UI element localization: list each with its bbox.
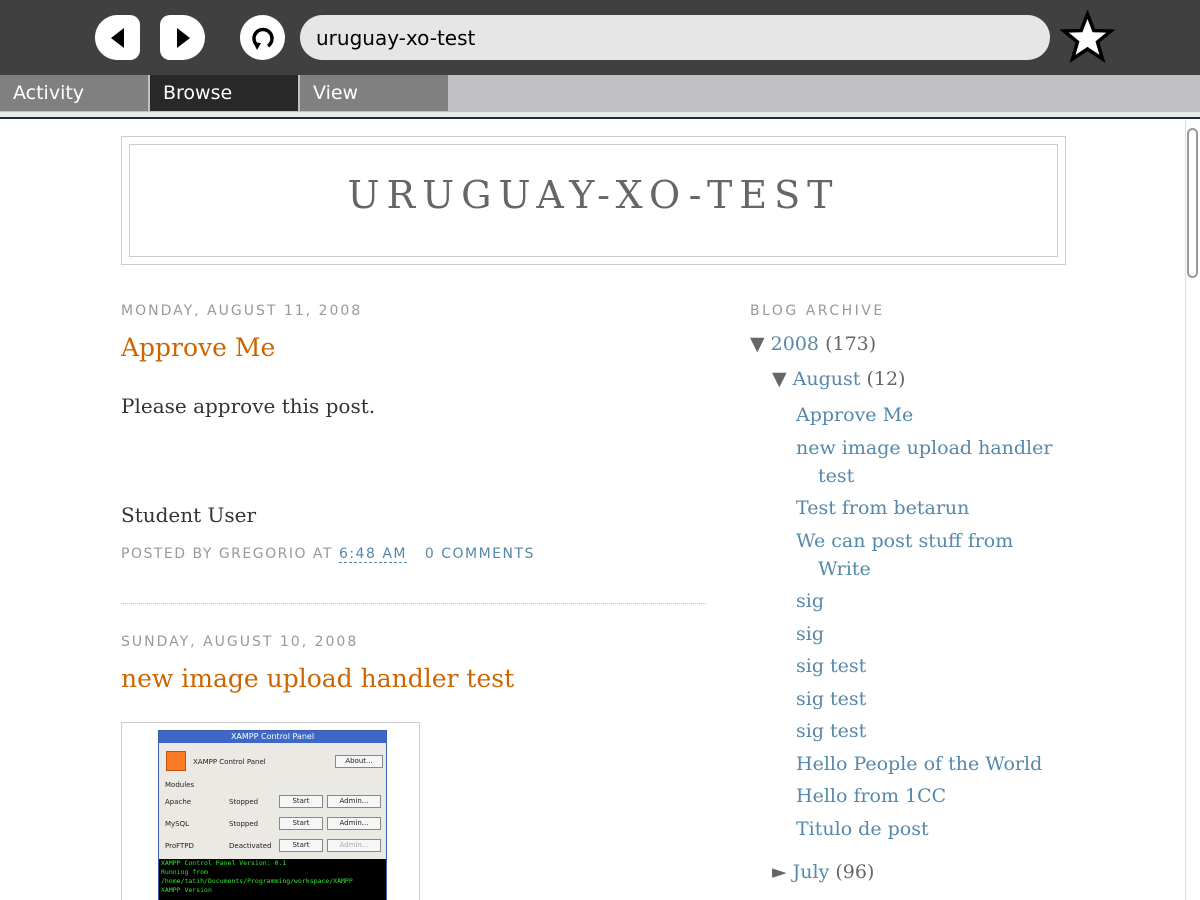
post-author-label: POSTED BY GREGORIO AT xyxy=(121,546,333,562)
archive-post-link[interactable]: Hello from 1CC xyxy=(796,782,1066,810)
xampp-admin-button: Admin... xyxy=(327,795,381,808)
xampp-admin-button: Admin... xyxy=(327,817,381,830)
xampp-module-status: Deactivated xyxy=(229,842,272,850)
post-body: Please approve this post. xyxy=(121,394,376,418)
archive-post-link[interactable]: sig xyxy=(796,620,1066,648)
xampp-window-title: XAMPP Control Panel xyxy=(159,731,386,743)
archive-post-link[interactable]: sig test xyxy=(796,652,1066,680)
archive-post-link[interactable]: sig xyxy=(796,587,1066,615)
url-input[interactable]: uruguay-xo-test xyxy=(300,15,1050,60)
archive-post-link[interactable]: We can post stuff from Write xyxy=(796,527,1066,583)
archive-post-link[interactable]: sig test xyxy=(796,717,1066,745)
xampp-console: XAMPP Control Panel Version: 0.1 Running… xyxy=(159,859,386,900)
xampp-module-name: ProFTPD xyxy=(165,842,194,850)
xampp-start-button: Start xyxy=(279,817,323,830)
back-arrow-icon xyxy=(110,27,124,48)
archive-month-count: (96) xyxy=(835,861,875,883)
url-text: uruguay-xo-test xyxy=(316,25,476,50)
toolbar-divider xyxy=(0,112,1200,119)
post-signature: Student User xyxy=(121,503,257,527)
archive-month-count: (12) xyxy=(866,368,906,390)
archive-post-link[interactable]: Titulo de post xyxy=(796,815,1066,843)
reload-button[interactable] xyxy=(240,15,285,60)
forward-button[interactable] xyxy=(160,15,205,60)
blog-header: URUGUAY-XO-TEST xyxy=(121,136,1066,265)
xampp-about-button: About... xyxy=(335,755,383,768)
archive-year-count: (173) xyxy=(825,333,877,355)
blog-header-inner: URUGUAY-XO-TEST xyxy=(129,144,1058,257)
xampp-console-line: XAMPP Version xyxy=(161,886,212,894)
post-title[interactable]: new image upload handler test xyxy=(121,664,514,693)
post-comments-link[interactable]: 0 COMMENTS xyxy=(425,546,535,562)
post-separator xyxy=(121,603,706,604)
archive-post-link[interactable]: Test from betarun xyxy=(796,494,1066,522)
post-title[interactable]: Approve Me xyxy=(121,333,275,362)
forward-arrow-icon xyxy=(176,27,190,48)
xampp-console-line: /home/tatih/Documents/Programming/worksp… xyxy=(161,877,353,885)
browser-toolbar: uruguay-xo-test xyxy=(0,0,1200,75)
tab-browse[interactable]: Browse xyxy=(150,75,298,111)
scrollbar-thumb[interactable] xyxy=(1187,128,1198,278)
post-date: SUNDAY, AUGUST 10, 2008 xyxy=(121,634,359,650)
archive-year-link[interactable]: 2008 xyxy=(771,333,819,355)
archive-month-link[interactable]: July xyxy=(793,861,830,883)
collapse-triangle-icon[interactable]: ▼ xyxy=(750,333,765,355)
archive-month: ▼ August (12) xyxy=(772,368,905,390)
xampp-modules-label: Modules xyxy=(165,781,195,789)
xampp-screenshot: XAMPP Control Panel XAMPP Control Panel … xyxy=(158,730,387,900)
archive-post-link[interactable]: new image upload handler test xyxy=(796,434,1066,490)
xampp-logo-icon xyxy=(166,751,186,771)
xampp-module-status: Stopped xyxy=(229,798,259,806)
reload-icon xyxy=(251,27,274,50)
xampp-start-button: Start xyxy=(279,839,323,852)
xampp-module-name: MySQL xyxy=(165,820,190,828)
post-footer: POSTED BY GREGORIO AT 6:48 AM 0 COMMENTS xyxy=(121,546,535,563)
xampp-module-name: Apache xyxy=(165,798,192,806)
xampp-console-line: Running from xyxy=(161,868,208,876)
xampp-header: XAMPP Control Panel xyxy=(193,758,266,766)
blog-archive-title: BLOG ARCHIVE xyxy=(750,303,885,319)
xampp-start-button: Start xyxy=(279,795,323,808)
archive-post-link[interactable]: sig test xyxy=(796,685,1066,713)
collapse-triangle-icon[interactable]: ▼ xyxy=(772,368,787,390)
xampp-console-line: XAMPP Control Panel Version: 0.1 xyxy=(161,859,287,867)
post-time-link[interactable]: 6:48 AM xyxy=(338,546,407,563)
post-date: MONDAY, AUGUST 11, 2008 xyxy=(121,303,363,319)
xampp-admin-button: Admin... xyxy=(327,839,381,852)
tab-view[interactable]: View xyxy=(300,75,448,111)
archive-month-link[interactable]: August xyxy=(793,368,861,390)
bookmark-star-icon[interactable] xyxy=(1060,10,1115,65)
blog-title[interactable]: URUGUAY-XO-TEST xyxy=(347,173,839,229)
expand-triangle-icon[interactable]: ► xyxy=(772,861,787,883)
archive-year: ▼ 2008 (173) xyxy=(750,333,876,355)
tab-activity[interactable]: Activity xyxy=(0,75,148,111)
archive-post-link[interactable]: Hello People of the World xyxy=(796,750,1066,778)
post-image[interactable]: XAMPP Control Panel XAMPP Control Panel … xyxy=(121,722,420,900)
archive-month: ► July (96) xyxy=(772,861,874,883)
tab-bar: Activity Browse View xyxy=(0,75,1200,112)
back-button[interactable] xyxy=(95,15,140,60)
xampp-module-status: Stopped xyxy=(229,820,259,828)
archive-post-link[interactable]: Approve Me xyxy=(796,401,1066,429)
